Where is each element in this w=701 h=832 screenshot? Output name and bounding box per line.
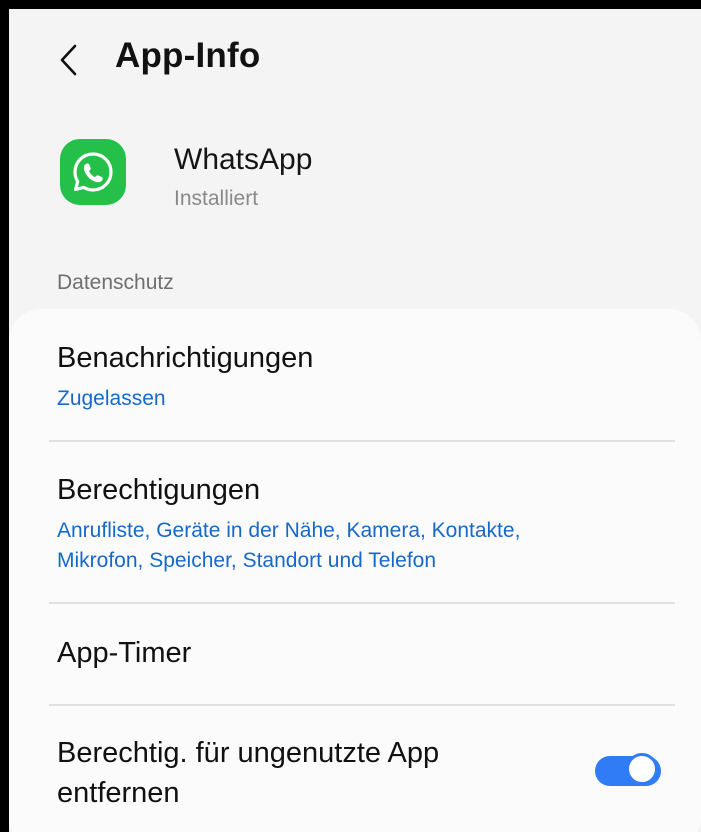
app-info-screen: App-Info WhatsApp Installiert Datenschut… <box>9 9 701 832</box>
app-bar: App-Info <box>9 9 701 109</box>
back-button[interactable] <box>49 39 89 81</box>
remove-permissions-title-line1: Berechtig. für ungenutzte App <box>57 737 440 769</box>
permissions-list-line2: Mikrofon, Speicher, Standort und Telefon <box>57 549 437 572</box>
app-timer-row[interactable]: App-Timer <box>9 604 701 704</box>
remove-permissions-title-line2: entfernen <box>57 777 180 809</box>
app-timer-title: App-Timer <box>57 637 192 669</box>
permissions-title: Berechtigungen <box>57 474 261 506</box>
permissions-row[interactable]: Berechtigungen Anrufliste, Geräte in der… <box>9 442 701 602</box>
notifications-row[interactable]: Benachrichtigungen Zugelassen <box>9 309 701 441</box>
permissions-list-line1: Anrufliste, Geräte in der Nähe, Kamera, … <box>57 519 521 542</box>
settings-card: Benachrichtigungen Zugelassen Berechtigu… <box>9 309 701 832</box>
chevron-left-icon <box>58 43 80 77</box>
notifications-title: Benachrichtigungen <box>57 342 314 374</box>
app-header: WhatsApp Installiert <box>9 119 701 239</box>
notifications-status: Zugelassen <box>57 387 166 410</box>
whatsapp-logo-icon <box>60 139 126 205</box>
toggle-knob <box>626 753 658 785</box>
remove-permissions-toggle[interactable] <box>595 751 661 791</box>
page-title: App-Info <box>115 36 261 75</box>
section-header-privacy: Datenschutz <box>57 271 174 294</box>
app-name: WhatsApp <box>174 143 313 176</box>
app-install-status: Installiert <box>174 187 259 210</box>
